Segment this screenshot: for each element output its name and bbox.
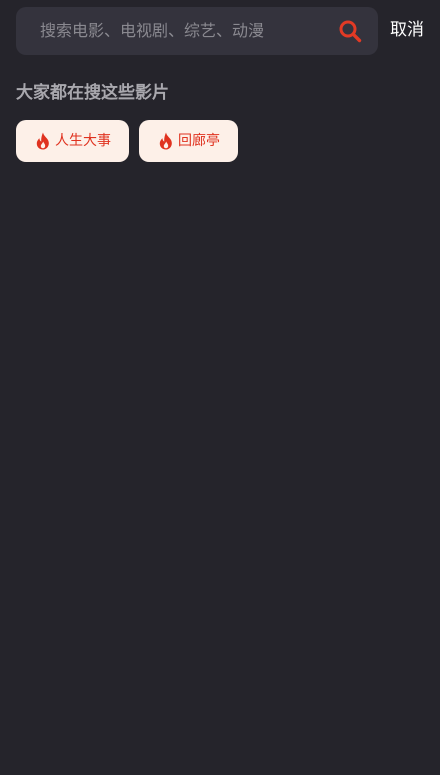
hot-search-tag-1[interactable]: 人生大事: [16, 120, 129, 162]
search-bar: 搜索电影、电视剧、综艺、动漫: [16, 7, 378, 55]
hot-search-tag-label: 回廊亭: [178, 133, 220, 149]
hot-search-title: 大家都在搜这些影片: [16, 83, 169, 103]
hot-search-tags: 人生大事 回廊亭: [16, 120, 238, 162]
fire-icon: [36, 132, 49, 150]
search-input[interactable]: 搜索电影、电视剧、综艺、动漫: [40, 7, 330, 55]
cancel-button[interactable]: 取消: [390, 18, 424, 42]
hot-search-tag-2[interactable]: 回廊亭: [139, 120, 238, 162]
fire-icon: [159, 132, 172, 150]
hot-search-tag-label: 人生大事: [55, 133, 111, 149]
search-icon[interactable]: [338, 19, 362, 43]
